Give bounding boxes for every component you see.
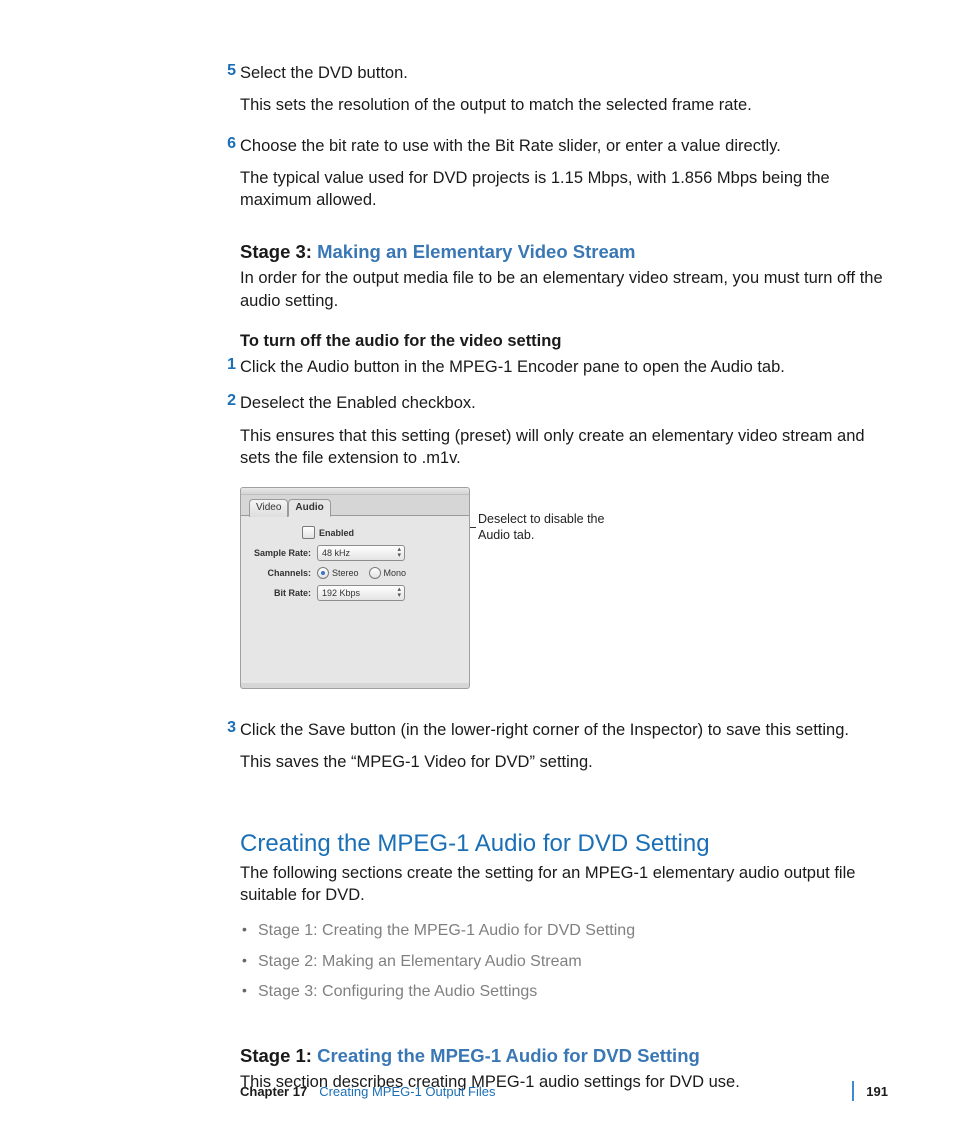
stage-link-1[interactable]: Stage 1: Creating the MPEG-1 Audio for D… bbox=[240, 916, 884, 946]
stage-label: Stage 1: bbox=[240, 1045, 312, 1066]
radio-stereo-label: Stereo bbox=[332, 568, 359, 578]
section-heading: Creating the MPEG-1 Audio for DVD Settin… bbox=[240, 830, 884, 858]
encoder-panel: Video Audio Enabled Sample Rate: 48 kHz … bbox=[240, 487, 470, 689]
stage-title-link[interactable]: Creating the MPEG-1 Audio for DVD Settin… bbox=[317, 1045, 700, 1066]
channels-label: Channels: bbox=[249, 568, 317, 578]
step-6: 6 Choose the bit rate to use with the Bi… bbox=[240, 135, 884, 212]
stage-links-list: Stage 1: Creating the MPEG-1 Audio for D… bbox=[240, 916, 884, 1007]
footer-page-number: 191 bbox=[866, 1084, 888, 1099]
step-3-save: 3 Click the Save button (in the lower-ri… bbox=[240, 719, 884, 774]
bit-rate-value: 192 Kbps bbox=[322, 588, 360, 598]
sample-rate-dropdown[interactable]: 48 kHz ▴▾ bbox=[317, 545, 405, 561]
footer-divider bbox=[852, 1081, 854, 1101]
step-number: 2 bbox=[222, 392, 236, 410]
step-subtext: The typical value used for DVD projects … bbox=[240, 167, 884, 212]
task-heading: To turn off the audio for the video sett… bbox=[240, 330, 884, 352]
step-subtext: This ensures that this setting (preset) … bbox=[240, 425, 884, 470]
step-subtext: This saves the “MPEG-1 Video for DVD” se… bbox=[240, 751, 884, 773]
dropdown-arrows-icon: ▴▾ bbox=[397, 547, 400, 559]
section-intro: The following sections create the settin… bbox=[240, 862, 884, 907]
bit-rate-label: Bit Rate: bbox=[249, 588, 317, 598]
enabled-checkbox[interactable] bbox=[302, 526, 315, 539]
step-2-audio: 2 Deselect the Enabled checkbox. This en… bbox=[240, 392, 884, 469]
step-text: Deselect the Enabled checkbox. bbox=[240, 392, 884, 414]
footer-chapter: Chapter 17 bbox=[240, 1084, 307, 1099]
step-number: 1 bbox=[222, 356, 236, 374]
step-subtext: This sets the resolution of the output t… bbox=[240, 94, 884, 116]
step-number: 3 bbox=[222, 719, 236, 737]
step-text: Click the Audio button in the MPEG-1 Enc… bbox=[240, 356, 884, 378]
tab-video[interactable]: Video bbox=[249, 499, 288, 517]
stage-3-heading: Stage 3: Making an Elementary Video Stre… bbox=[240, 241, 884, 263]
dropdown-arrows-icon: ▴▾ bbox=[397, 587, 400, 599]
stage-link-3[interactable]: Stage 3: Configuring the Audio Settings bbox=[240, 977, 884, 1007]
step-text: Select the DVD button. bbox=[240, 62, 884, 84]
tab-audio[interactable]: Audio bbox=[288, 499, 330, 517]
radio-mono[interactable] bbox=[369, 567, 381, 579]
stage-label: Stage 3: bbox=[240, 241, 312, 262]
step-text: Click the Save button (in the lower-righ… bbox=[240, 719, 884, 741]
page-footer: Chapter 17 Creating MPEG-1 Output Files … bbox=[240, 1081, 888, 1101]
step-5: 5 Select the DVD button. This sets the r… bbox=[240, 62, 884, 117]
step-number: 5 bbox=[222, 62, 236, 80]
stage-1-heading: Stage 1: Creating the MPEG-1 Audio for D… bbox=[240, 1045, 884, 1067]
radio-mono-label: Mono bbox=[384, 568, 407, 578]
step-number: 6 bbox=[222, 135, 236, 153]
step-1-audio: 1 Click the Audio button in the MPEG-1 E… bbox=[240, 356, 884, 378]
stage-link-2[interactable]: Stage 2: Making an Elementary Audio Stre… bbox=[240, 947, 884, 977]
stage-title-link[interactable]: Making an Elementary Video Stream bbox=[317, 241, 635, 262]
sample-rate-label: Sample Rate: bbox=[249, 548, 317, 558]
radio-stereo[interactable] bbox=[317, 567, 329, 579]
enabled-label: Enabled bbox=[319, 528, 354, 538]
callout-text: Deselect to disable the Audio tab. bbox=[478, 511, 608, 544]
sample-rate-value: 48 kHz bbox=[322, 548, 350, 558]
panel-tabs: Video Audio bbox=[249, 498, 469, 516]
stage-3-intro: In order for the output media file to be… bbox=[240, 267, 884, 312]
step-text: Choose the bit rate to use with the Bit … bbox=[240, 135, 884, 157]
bit-rate-dropdown[interactable]: 192 Kbps ▴▾ bbox=[317, 585, 405, 601]
footer-title[interactable]: Creating MPEG-1 Output Files bbox=[319, 1084, 840, 1099]
audio-tab-body: Enabled Sample Rate: 48 kHz ▴▾ Channels:… bbox=[241, 515, 469, 683]
